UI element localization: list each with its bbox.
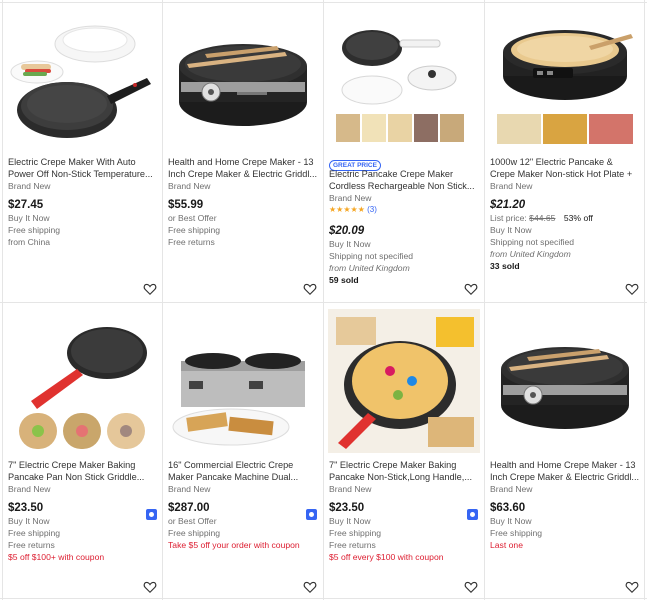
listing-title[interactable]: Health and Home Crepe Maker - 13 Inch Cr… — [168, 156, 318, 180]
condition: Brand New — [329, 484, 372, 494]
list-price-line: List price: $44.65 53% off — [490, 212, 642, 224]
review-count[interactable]: (3) — [367, 205, 377, 214]
shipping: Free shipping — [329, 528, 382, 538]
product-image[interactable] — [167, 6, 319, 150]
listing-card[interactable]: 1000w 12" Electric Pancake & Crepe Maker… — [485, 0, 645, 302]
listing-card[interactable]: Electric Crepe Maker With Auto Power Off… — [3, 0, 163, 302]
heart-icon[interactable] — [464, 580, 478, 594]
heart-icon[interactable] — [625, 580, 639, 594]
returns: Free returns — [8, 540, 55, 550]
price: $63.60 — [490, 502, 526, 514]
price: $20.09 — [329, 225, 365, 237]
shipping: Free shipping — [8, 225, 61, 235]
heart-icon[interactable] — [464, 282, 478, 296]
condition: Brand New — [490, 181, 533, 191]
heart-icon[interactable] — [625, 282, 639, 296]
listing-grid: Electric Crepe Maker With Auto Power Off… — [0, 0, 647, 600]
price: $23.50 — [8, 502, 44, 514]
price: $21.20 — [490, 199, 526, 211]
location: from United Kingdom — [490, 249, 571, 259]
price: $23.50 — [329, 502, 365, 514]
listing-card[interactable]: Health and Home Crepe Maker - 13 Inch Cr… — [163, 0, 323, 302]
listing-title[interactable]: 7" Electric Crepe Maker Baking Pancake P… — [8, 459, 158, 483]
sold-count: 33 sold — [490, 261, 520, 271]
listing-title[interactable]: Health and Home Crepe Maker - 13 Inch Cr… — [490, 459, 640, 483]
sold-count: 59 sold — [329, 275, 359, 285]
location: from United Kingdom — [329, 263, 410, 273]
product-image[interactable] — [328, 309, 480, 453]
heart-icon[interactable] — [143, 282, 157, 296]
listing-title[interactable]: Electric Pancake Crepe Maker Cordless Re… — [329, 168, 479, 192]
listing-card[interactable]: GREAT PRICE Electric Pancake Crepe Maker… — [324, 0, 484, 302]
buying-format: Buy It Now — [490, 516, 532, 526]
listing-title[interactable]: 7" Electric Crepe Maker Baking Pancake N… — [329, 459, 479, 483]
shipping: Free shipping — [490, 528, 543, 538]
buying-format: Buy It Now — [329, 516, 371, 526]
price: $287.00 — [168, 502, 210, 514]
heart-icon[interactable] — [303, 282, 317, 296]
condition: Brand New — [168, 484, 211, 494]
coupon-tag-icon — [467, 509, 478, 520]
coupon-promo[interactable]: Take $5 off your order with coupon — [168, 539, 320, 551]
product-image[interactable] — [489, 6, 641, 150]
buying-format: Buy It Now — [8, 516, 50, 526]
discount: 53% off — [563, 213, 593, 223]
condition: Brand New — [490, 484, 533, 494]
product-image[interactable] — [7, 309, 159, 453]
shipping: Free shipping — [8, 528, 61, 538]
returns: Free returns — [168, 237, 215, 247]
shipping: Shipping not specified — [329, 251, 414, 261]
listing-title[interactable]: Electric Crepe Maker With Auto Power Off… — [8, 156, 158, 180]
listing-card[interactable]: Health and Home Crepe Maker - 13 Inch Cr… — [485, 303, 645, 600]
heart-icon[interactable] — [143, 580, 157, 594]
listing-card[interactable]: 7" Electric Crepe Maker Baking Pancake N… — [324, 303, 484, 600]
heart-icon[interactable] — [303, 580, 317, 594]
listing-card[interactable]: 16" Commercial Electric Crepe Maker Panc… — [163, 303, 323, 600]
condition: Brand New — [168, 181, 211, 191]
shipping: Free shipping — [168, 225, 221, 235]
coupon-tag-icon — [306, 509, 317, 520]
best-offer: or Best Offer — [168, 213, 217, 223]
condition: Brand New — [8, 181, 51, 191]
coupon-promo[interactable]: $5 off every $100 with coupon — [329, 551, 481, 563]
product-image[interactable] — [489, 309, 641, 453]
list-price: $44.65 — [529, 213, 556, 223]
price: $55.99 — [168, 199, 204, 211]
coupon-tag-icon — [146, 509, 157, 520]
star-rating[interactable]: ★★★★★ (3) — [329, 204, 481, 215]
product-image[interactable] — [167, 309, 319, 453]
condition: Brand New — [329, 193, 372, 203]
shipping: Free shipping — [168, 528, 221, 538]
product-image[interactable] — [7, 6, 159, 150]
listing-card[interactable]: 7" Electric Crepe Maker Baking Pancake P… — [3, 303, 163, 600]
returns: Free returns — [329, 540, 376, 550]
shipping: Shipping not specified — [490, 237, 575, 247]
buying-format: Buy It Now — [329, 239, 371, 249]
coupon-promo[interactable]: $5 off $100+ with coupon — [8, 551, 160, 563]
product-image[interactable] — [328, 6, 480, 150]
location: from China — [8, 237, 51, 247]
list-price-label: List price: — [490, 213, 527, 223]
buying-format: Buy It Now — [490, 225, 532, 235]
star-icons: ★★★★★ — [329, 205, 365, 214]
listing-title[interactable]: 1000w 12" Electric Pancake & Crepe Maker… — [490, 156, 640, 180]
stock-note: Last one — [490, 540, 523, 550]
listing-title[interactable]: 16" Commercial Electric Crepe Maker Panc… — [168, 459, 318, 483]
condition: Brand New — [8, 484, 51, 494]
buying-format: Buy It Now — [8, 213, 50, 223]
price: $27.45 — [8, 199, 44, 211]
best-offer: or Best Offer — [168, 516, 217, 526]
